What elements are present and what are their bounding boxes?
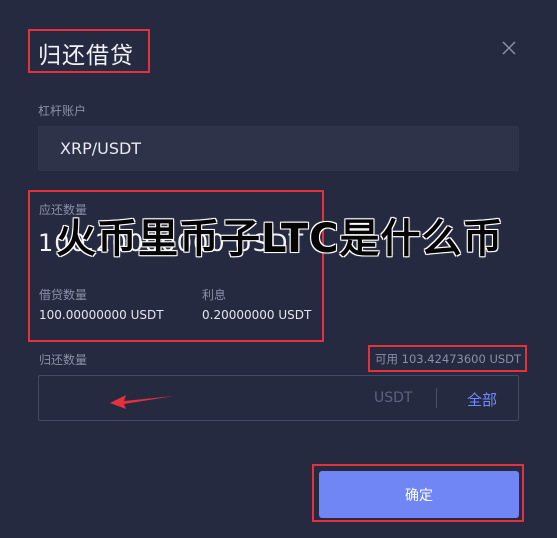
interest-label: 利息 [202, 288, 227, 302]
account-value: XRP/USDT [60, 139, 142, 158]
close-icon[interactable] [500, 39, 518, 57]
all-button[interactable]: 全部 [467, 389, 497, 410]
repay-loan-dialog: 归还借贷 杠杆账户 XRP/USDT 应还数量 100.20000000 USD… [0, 0, 557, 538]
account-label: 杠杆账户 [38, 104, 87, 118]
borrowed-value: 100.00000000 USDT [39, 308, 164, 322]
confirm-button[interactable]: 确定 [319, 471, 519, 518]
arrow-left-icon [110, 395, 174, 409]
dialog-title: 归还借贷 [38, 43, 134, 69]
watermark-overlay-text: 火币里币子LTC是什么币 [56, 216, 504, 262]
input-divider [436, 388, 437, 408]
account-select[interactable]: XRP/USDT [38, 126, 519, 171]
borrowed-label: 借贷数量 [39, 288, 88, 302]
available-balance: 可用 103.42473600 USDT [375, 352, 522, 366]
repay-label: 归还数量 [39, 353, 88, 367]
input-unit: USDT [374, 390, 413, 406]
interest-value: 0.20000000 USDT [202, 308, 312, 322]
